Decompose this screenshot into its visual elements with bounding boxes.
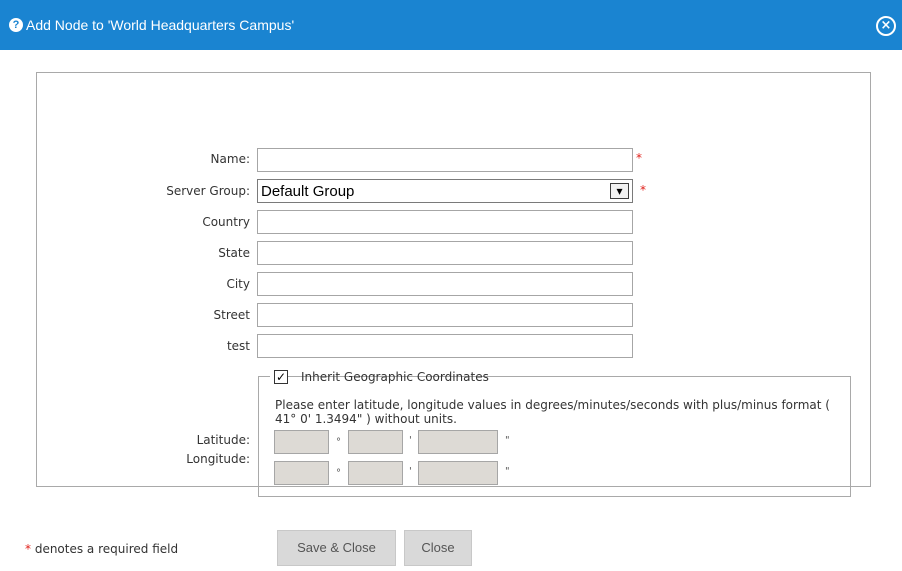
country-input[interactable] <box>257 210 633 234</box>
coordinates-fieldset <box>258 376 851 497</box>
dialog-title-bar: ? Add Node to 'World Headquarters Campus… <box>0 0 902 50</box>
latitude-degree-unit: ° <box>336 437 341 448</box>
latitude-seconds-input[interactable] <box>418 430 498 454</box>
latitude-label: Latitude: <box>196 433 250 447</box>
inherit-coordinates-label: Inherit Geographic Coordinates <box>301 370 489 384</box>
city-label: City <box>226 277 250 291</box>
close-button[interactable]: Close <box>404 530 472 566</box>
name-input[interactable] <box>257 148 633 172</box>
country-label: Country <box>202 215 250 229</box>
dialog-title: Add Node to 'World Headquarters Campus' <box>26 17 295 33</box>
longitude-label: Longitude: <box>186 452 250 466</box>
street-label: Street <box>213 308 250 322</box>
coordinates-hint: Please enter latitude, longitude values … <box>275 398 830 426</box>
required-field-note-text: denotes a required field <box>34 542 179 556</box>
longitude-degrees-input[interactable] <box>274 461 329 485</box>
footer-required-mark: * <box>25 542 31 556</box>
city-input[interactable] <box>257 272 633 296</box>
chevron-down-icon[interactable]: ▾ <box>610 183 629 199</box>
inherit-coordinates-checkbox[interactable]: ✓ <box>274 370 288 384</box>
state-label: State <box>218 246 250 260</box>
longitude-seconds-input[interactable] <box>418 461 498 485</box>
longitude-minutes-input[interactable] <box>348 461 403 485</box>
name-label: Name: <box>210 152 250 166</box>
latitude-degrees-input[interactable] <box>274 430 329 454</box>
latitude-second-unit: " <box>505 435 510 446</box>
save-close-button[interactable]: Save & Close <box>277 530 396 566</box>
state-input[interactable] <box>257 241 633 265</box>
street-input[interactable] <box>257 303 633 327</box>
help-icon[interactable]: ? <box>9 18 23 32</box>
server-group-label: Server Group: <box>166 184 250 198</box>
server-group-required-mark: * <box>640 183 646 197</box>
longitude-second-unit: " <box>505 466 510 477</box>
latitude-minute-unit: ' <box>409 435 412 446</box>
server-group-value: Default Group <box>261 183 355 200</box>
latitude-minutes-input[interactable] <box>348 430 403 454</box>
longitude-degree-unit: ° <box>336 468 341 479</box>
test-input[interactable] <box>257 334 633 358</box>
server-group-select[interactable]: Default Group ▾ <box>257 179 633 203</box>
required-field-note: * denotes a required field <box>25 542 178 556</box>
name-required-mark: * <box>636 151 642 165</box>
test-label: test <box>226 339 250 353</box>
close-dialog-icon[interactable]: × <box>876 16 896 36</box>
inherit-coordinates-legend: ✓ Inherit Geographic Coordinates <box>270 369 489 387</box>
longitude-minute-unit: ' <box>409 466 412 477</box>
